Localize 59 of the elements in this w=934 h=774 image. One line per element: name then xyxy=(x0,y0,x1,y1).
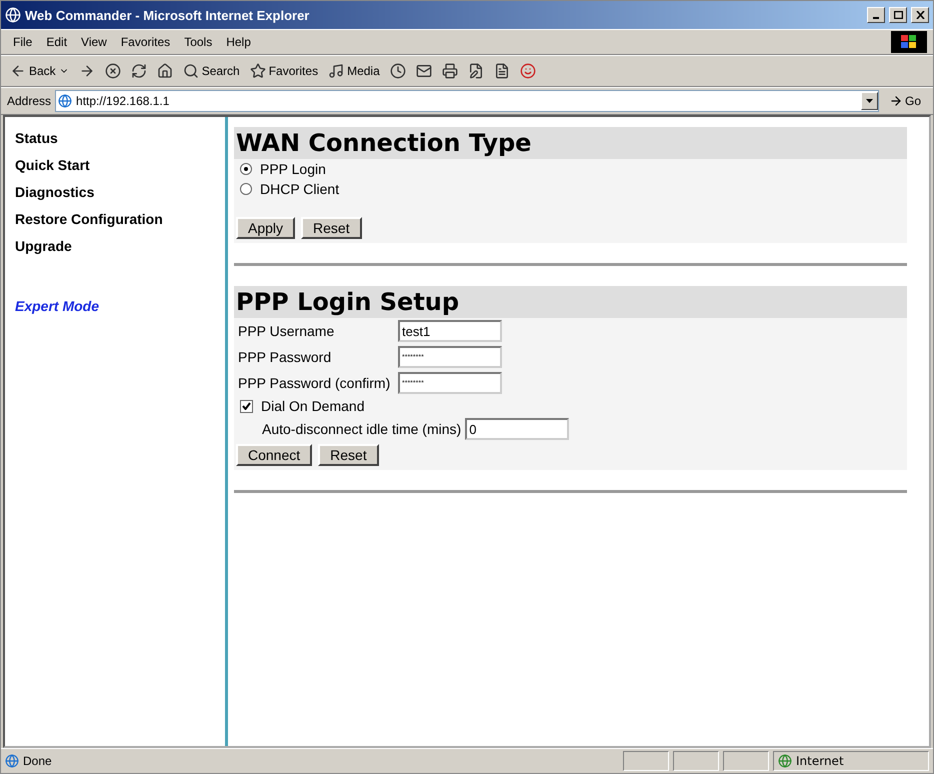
page-icon xyxy=(5,754,19,768)
sidebar-link[interactable]: Diagnostics xyxy=(15,184,225,200)
sidebar-link[interactable]: Quick Start xyxy=(15,157,225,173)
go-button[interactable]: Go xyxy=(882,93,927,109)
field-label: PPP Password (confirm) xyxy=(238,375,392,391)
connect-button[interactable]: Connect xyxy=(236,444,312,466)
zone-label: Internet xyxy=(796,754,844,768)
close-icon xyxy=(916,11,924,19)
field-label: PPP Username xyxy=(238,323,336,339)
favorites-button[interactable]: Favorites xyxy=(246,61,322,81)
search-icon xyxy=(182,63,199,79)
reset-button[interactable]: Reset xyxy=(301,217,362,239)
sidebar-link[interactable]: Upgrade xyxy=(15,238,225,254)
menu-item[interactable]: File xyxy=(7,33,38,51)
username-field[interactable]: test1 xyxy=(398,320,502,342)
caret-icon xyxy=(866,99,873,103)
media-button[interactable]: Media xyxy=(325,61,383,81)
address-field[interactable]: http://192.168.1.1 xyxy=(55,90,879,112)
menu-item[interactable]: Help xyxy=(220,33,257,51)
menu-item[interactable]: Edit xyxy=(40,33,74,51)
status-pane xyxy=(673,751,719,771)
reset-button[interactable]: Reset xyxy=(318,444,379,466)
idle-time-field[interactable]: 0 xyxy=(465,418,570,440)
radio-button[interactable] xyxy=(240,183,252,195)
close-button[interactable] xyxy=(911,7,929,23)
field-label: Auto-disconnect idle time (mins) xyxy=(262,421,462,437)
maximize-icon xyxy=(894,11,902,19)
windows-logo-icon xyxy=(891,31,927,53)
search-button[interactable]: Search xyxy=(180,61,243,81)
radio-label: DHCP Client xyxy=(260,181,340,197)
sidebar-link[interactable]: Restore Configuration xyxy=(15,211,225,227)
page-icon xyxy=(58,94,72,108)
menu-item[interactable]: Favorites xyxy=(114,33,176,51)
status-pane xyxy=(623,751,669,771)
menu-item[interactable]: Tools xyxy=(178,33,218,51)
apply-button[interactable]: Apply xyxy=(236,217,296,239)
checkbox[interactable] xyxy=(240,400,253,412)
expert-mode-link[interactable]: Expert Mode xyxy=(15,298,225,314)
section-heading: WAN Connection Type xyxy=(234,127,907,159)
menu-item[interactable]: View xyxy=(75,33,113,51)
dropdown-button[interactable] xyxy=(860,92,878,110)
radio-button[interactable] xyxy=(240,163,252,175)
field-label: PPP Password xyxy=(238,349,332,365)
window-title: Web Commander - Microsoft Internet Explorer xyxy=(25,8,310,22)
maximize-button[interactable] xyxy=(889,7,907,23)
checkbox-label: Dial On Demand xyxy=(261,398,364,414)
status-text: Done xyxy=(23,754,53,768)
status-pane xyxy=(723,751,769,771)
address-label: Address xyxy=(7,94,52,108)
section-heading: PPP Login Setup xyxy=(234,286,907,318)
star-icon xyxy=(250,63,266,79)
go-arrow-icon xyxy=(888,94,903,108)
browser-icon xyxy=(5,7,21,23)
music-icon xyxy=(328,63,344,79)
radio-label: PPP Login xyxy=(260,161,326,177)
back-button[interactable]: Back xyxy=(7,61,72,81)
globe-icon xyxy=(778,754,792,768)
minimize-button[interactable] xyxy=(867,7,885,23)
sidebar-link[interactable]: Status xyxy=(15,130,225,146)
